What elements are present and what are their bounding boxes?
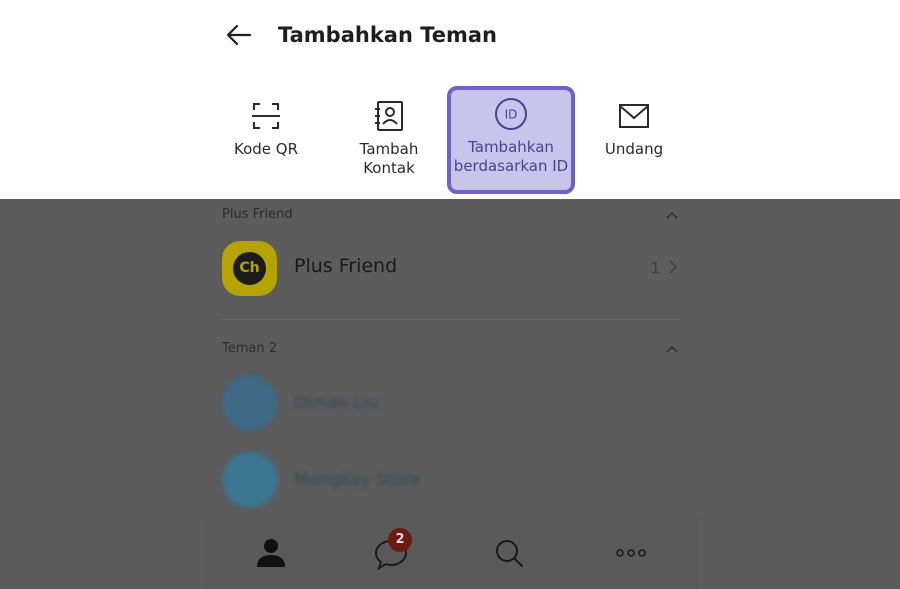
page-title: Tambahkan Teman <box>278 23 498 47</box>
chat-unread-badge: 2 <box>388 528 412 552</box>
id-icon: ID <box>495 98 527 130</box>
section-header-friends[interactable]: Teman 2 <box>222 341 680 361</box>
list-item-name: Plus Friend <box>294 255 398 277</box>
contacts-book-icon <box>375 101 403 131</box>
back-arrow-icon[interactable] <box>224 20 254 50</box>
plus-friend-logo-text: Ch <box>233 252 266 285</box>
section-title: Plus Friend <box>222 207 293 222</box>
svg-text:ID: ID <box>505 108 518 122</box>
action-label: Tambahkan berdasarkan ID <box>453 138 569 175</box>
invite-button[interactable]: Undang <box>572 88 696 194</box>
action-label: Kode QR <box>233 140 298 158</box>
header: Tambahkan Teman Kode QR Tambah Kontak ID… <box>0 0 900 199</box>
list-item-name: Mangkay Store <box>294 470 422 490</box>
avatar <box>222 452 278 508</box>
action-label: Undang <box>604 140 664 158</box>
qr-code-button[interactable]: Kode QR <box>204 88 328 194</box>
section-header-plus-friend[interactable]: Plus Friend <box>222 207 680 227</box>
chevron-up-icon[interactable] <box>664 341 680 357</box>
add-by-id-button[interactable]: ID Tambahkan berdasarkan ID <box>447 86 575 194</box>
bottom-tab-bar <box>201 515 699 589</box>
qr-scan-icon <box>252 103 280 129</box>
avatar <box>222 375 278 431</box>
chevron-right-icon <box>669 260 678 274</box>
search-icon[interactable] <box>489 533 529 573</box>
chevron-up-icon[interactable] <box>664 207 680 223</box>
person-icon[interactable] <box>251 533 291 573</box>
action-label: Tambah Kontak <box>359 140 419 177</box>
envelope-icon <box>619 104 649 128</box>
list-item-name: Dimas Liu <box>294 393 379 413</box>
section-title: Teman 2 <box>222 341 278 356</box>
more-dots-icon[interactable] <box>611 533 651 573</box>
list-item-count: 1 <box>651 259 678 277</box>
add-contact-button[interactable]: Tambah Kontak <box>327 88 451 194</box>
count-value: 1 <box>650 259 661 277</box>
list-item[interactable]: Mangkay Store <box>222 452 680 508</box>
plus-friend-logo: Ch <box>222 241 277 296</box>
divider <box>222 319 680 320</box>
list-item[interactable]: Dimas Liu <box>222 375 680 431</box>
